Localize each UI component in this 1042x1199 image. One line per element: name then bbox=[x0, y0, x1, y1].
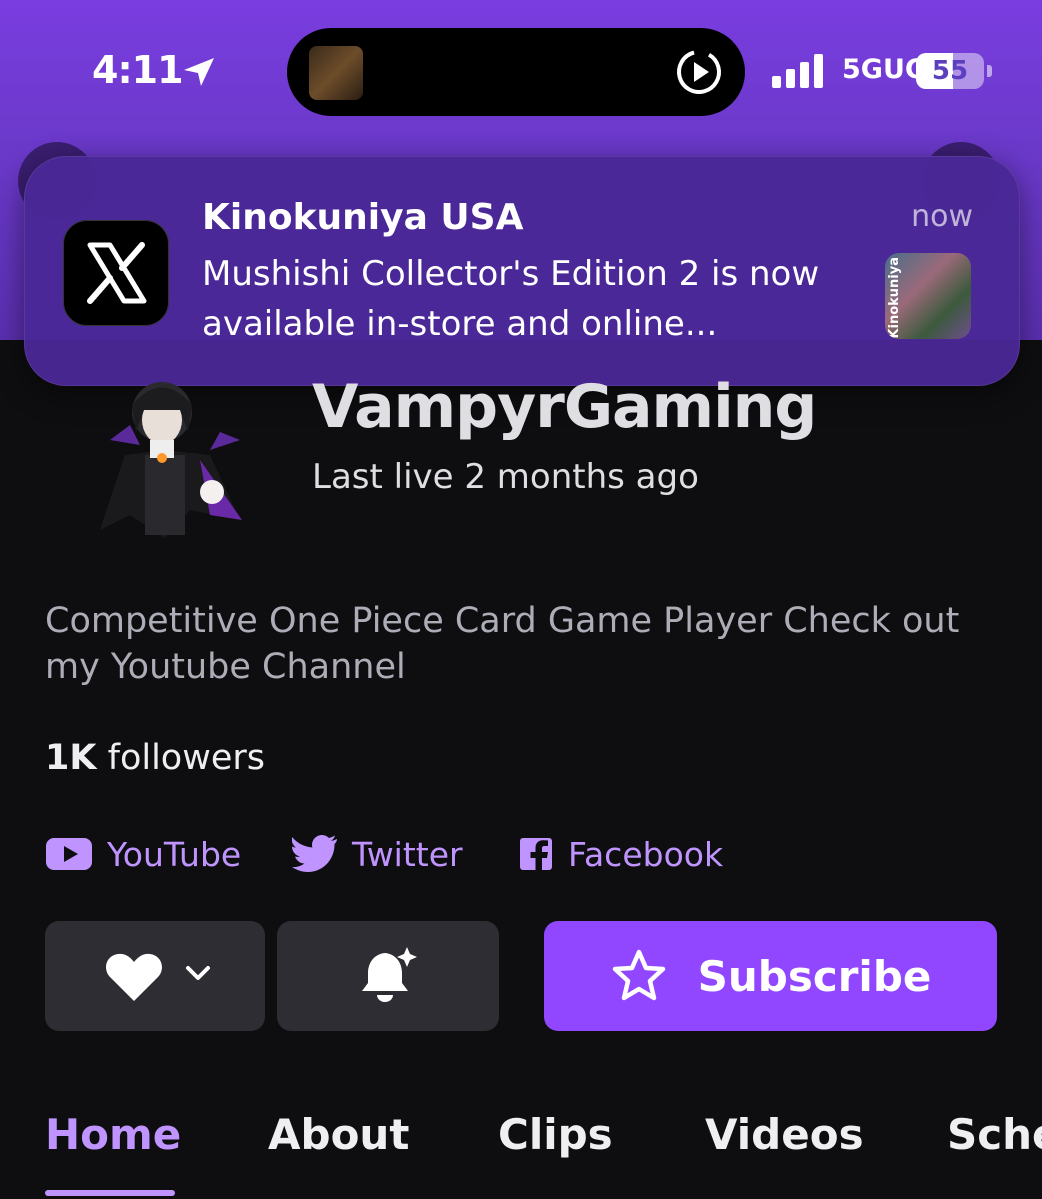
subscribe-button[interactable]: Subscribe bbox=[544, 921, 997, 1031]
battery-indicator: 55 bbox=[916, 53, 984, 89]
notification-thumbnail: Kinokuniya bbox=[885, 253, 971, 339]
followers-label: followers bbox=[107, 738, 266, 778]
chevron-down-icon bbox=[186, 966, 210, 980]
dynamic-island[interactable] bbox=[287, 28, 745, 116]
tab-clips[interactable]: Clips bbox=[498, 1110, 613, 1159]
followers-number: 1K bbox=[45, 738, 97, 778]
heart-icon bbox=[106, 953, 162, 1001]
facebook-icon bbox=[520, 838, 552, 872]
battery-percent: 55 bbox=[931, 56, 969, 86]
battery-cap bbox=[987, 65, 992, 77]
notification-time: now bbox=[911, 199, 973, 234]
social-link-label: Facebook bbox=[568, 834, 724, 874]
follower-count: 1K followers bbox=[45, 738, 265, 778]
network-type: 5GUC bbox=[842, 54, 925, 85]
tab-videos[interactable]: Videos bbox=[705, 1110, 864, 1159]
subscribe-label: Subscribe bbox=[697, 951, 932, 1001]
channel-name: VampyrGaming bbox=[312, 372, 817, 442]
tab-about[interactable]: About bbox=[268, 1110, 409, 1159]
follow-button[interactable] bbox=[45, 921, 265, 1031]
social-link-label: Twitter bbox=[352, 834, 463, 874]
social-link-twitter[interactable]: Twitter bbox=[292, 832, 463, 876]
x-logo-icon bbox=[63, 220, 169, 326]
tab-schedule[interactable]: Sche bbox=[947, 1110, 1042, 1159]
social-link-youtube[interactable]: YouTube bbox=[45, 832, 241, 876]
bell-icon bbox=[362, 947, 417, 1002]
thumbnail-caption: Kinokuniya bbox=[887, 257, 902, 339]
play-icon[interactable] bbox=[675, 48, 723, 96]
notifications-button[interactable] bbox=[277, 921, 499, 1031]
star-icon bbox=[612, 949, 665, 1001]
channel-bio: Competitive One Piece Card Game Player C… bbox=[45, 601, 960, 687]
active-tab-indicator bbox=[45, 1190, 175, 1196]
notification-body: Mushishi Collector's Edition 2 is now av… bbox=[202, 254, 820, 344]
status-time: 4:11 bbox=[92, 48, 184, 92]
signal-icon bbox=[772, 54, 823, 88]
notification-title: Kinokuniya USA bbox=[202, 197, 524, 238]
last-live-status: Last live 2 months ago bbox=[312, 457, 699, 497]
youtube-icon bbox=[46, 838, 92, 870]
social-link-facebook[interactable]: Facebook bbox=[518, 832, 723, 876]
twitter-icon bbox=[292, 835, 337, 872]
push-notification[interactable]: Kinokuniya USA now Mushishi Collector's … bbox=[24, 156, 1020, 386]
location-arrow-icon bbox=[184, 58, 214, 86]
channel-avatar[interactable] bbox=[70, 370, 260, 560]
social-link-label: YouTube bbox=[107, 834, 242, 874]
tab-home[interactable]: Home bbox=[45, 1110, 181, 1159]
now-playing-album-art bbox=[309, 46, 363, 100]
